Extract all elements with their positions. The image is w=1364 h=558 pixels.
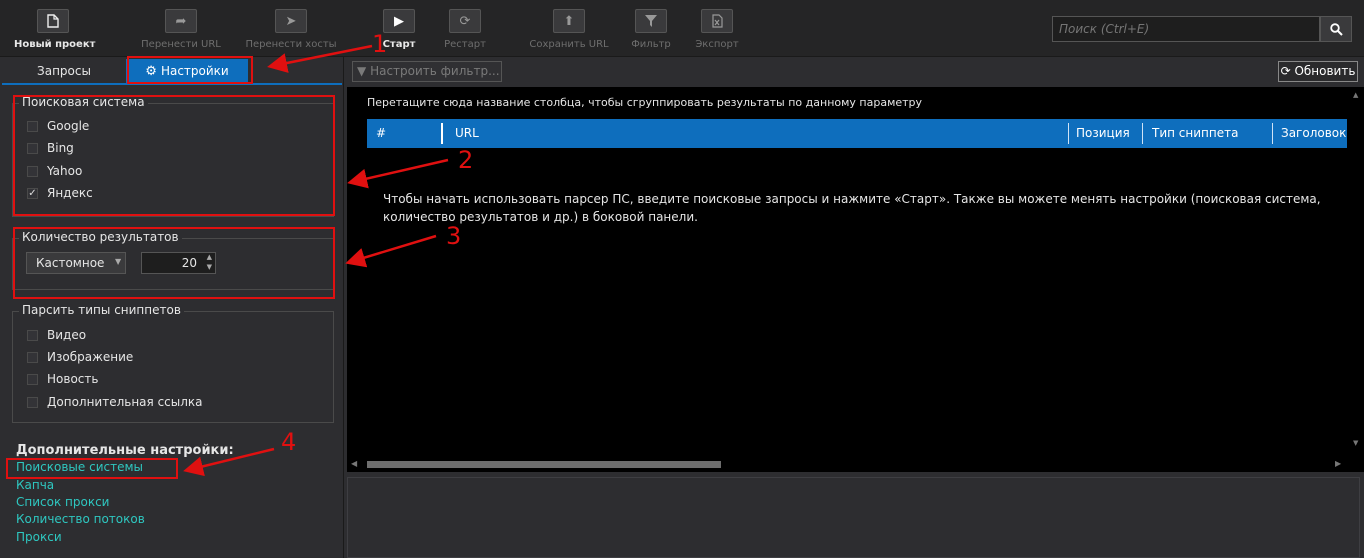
annotation-arrow-2 — [347, 158, 449, 189]
annotation-arrow-1 — [267, 44, 373, 73]
annotation-arrows — [183, 44, 449, 477]
annotation-arrow-4 — [183, 447, 275, 477]
annotation-arrow-3 — [345, 234, 437, 268]
